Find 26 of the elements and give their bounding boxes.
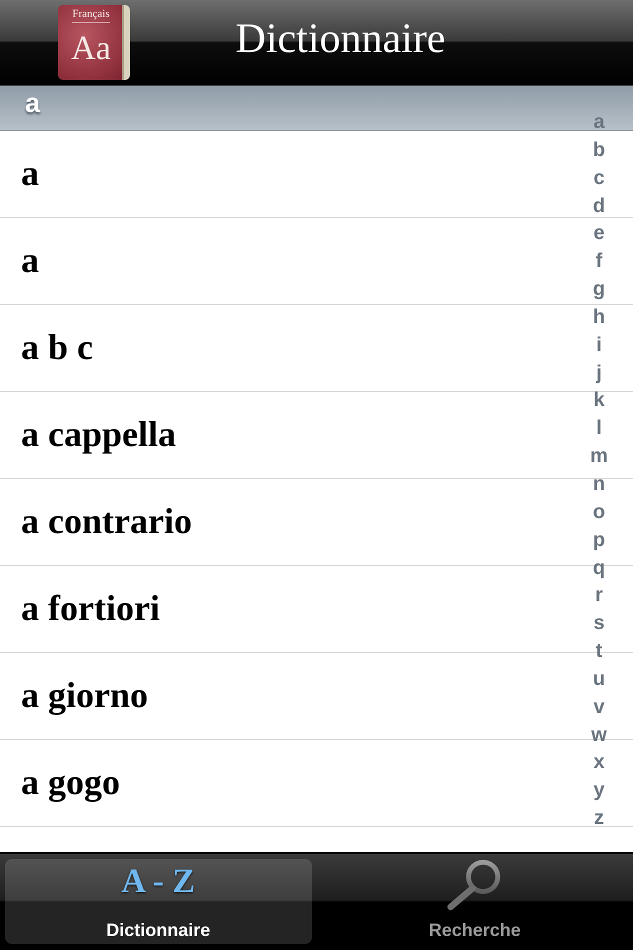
index-letter[interactable]: u <box>586 666 612 694</box>
index-letter[interactable]: m <box>584 443 614 471</box>
section-letter: a <box>25 90 40 116</box>
index-letter[interactable]: s <box>587 610 611 638</box>
index-letter[interactable]: x <box>587 749 611 778</box>
index-letter[interactable]: d <box>586 192 612 220</box>
tab[interactable]: A - Z Dictionnaire <box>5 859 312 944</box>
index-letter[interactable]: f <box>590 248 608 276</box>
index-letter[interactable]: i <box>590 332 608 360</box>
window-title: Dictionnaire <box>236 15 446 64</box>
index-letter[interactable]: v <box>587 694 611 722</box>
index-letter[interactable]: e <box>587 220 611 248</box>
logo-caption: Français <box>72 9 110 23</box>
index-letter[interactable]: c <box>587 164 611 193</box>
logo-letters: Aa <box>71 32 111 66</box>
index-letter[interactable]: o <box>586 498 612 527</box>
index-letter[interactable]: h <box>586 304 612 332</box>
index-letter[interactable]: b <box>586 136 612 165</box>
a-z-icon: A - Z <box>121 865 196 899</box>
tab[interactable]: Recherche <box>322 859 628 944</box>
index-letter[interactable]: p <box>586 526 612 554</box>
index-letter[interactable]: l <box>590 415 608 444</box>
index-letter[interactable]: r <box>589 582 609 610</box>
index-letter[interactable]: j <box>590 360 608 388</box>
index-letter[interactable]: y <box>587 777 611 806</box>
index-letter[interactable]: g <box>586 276 612 304</box>
